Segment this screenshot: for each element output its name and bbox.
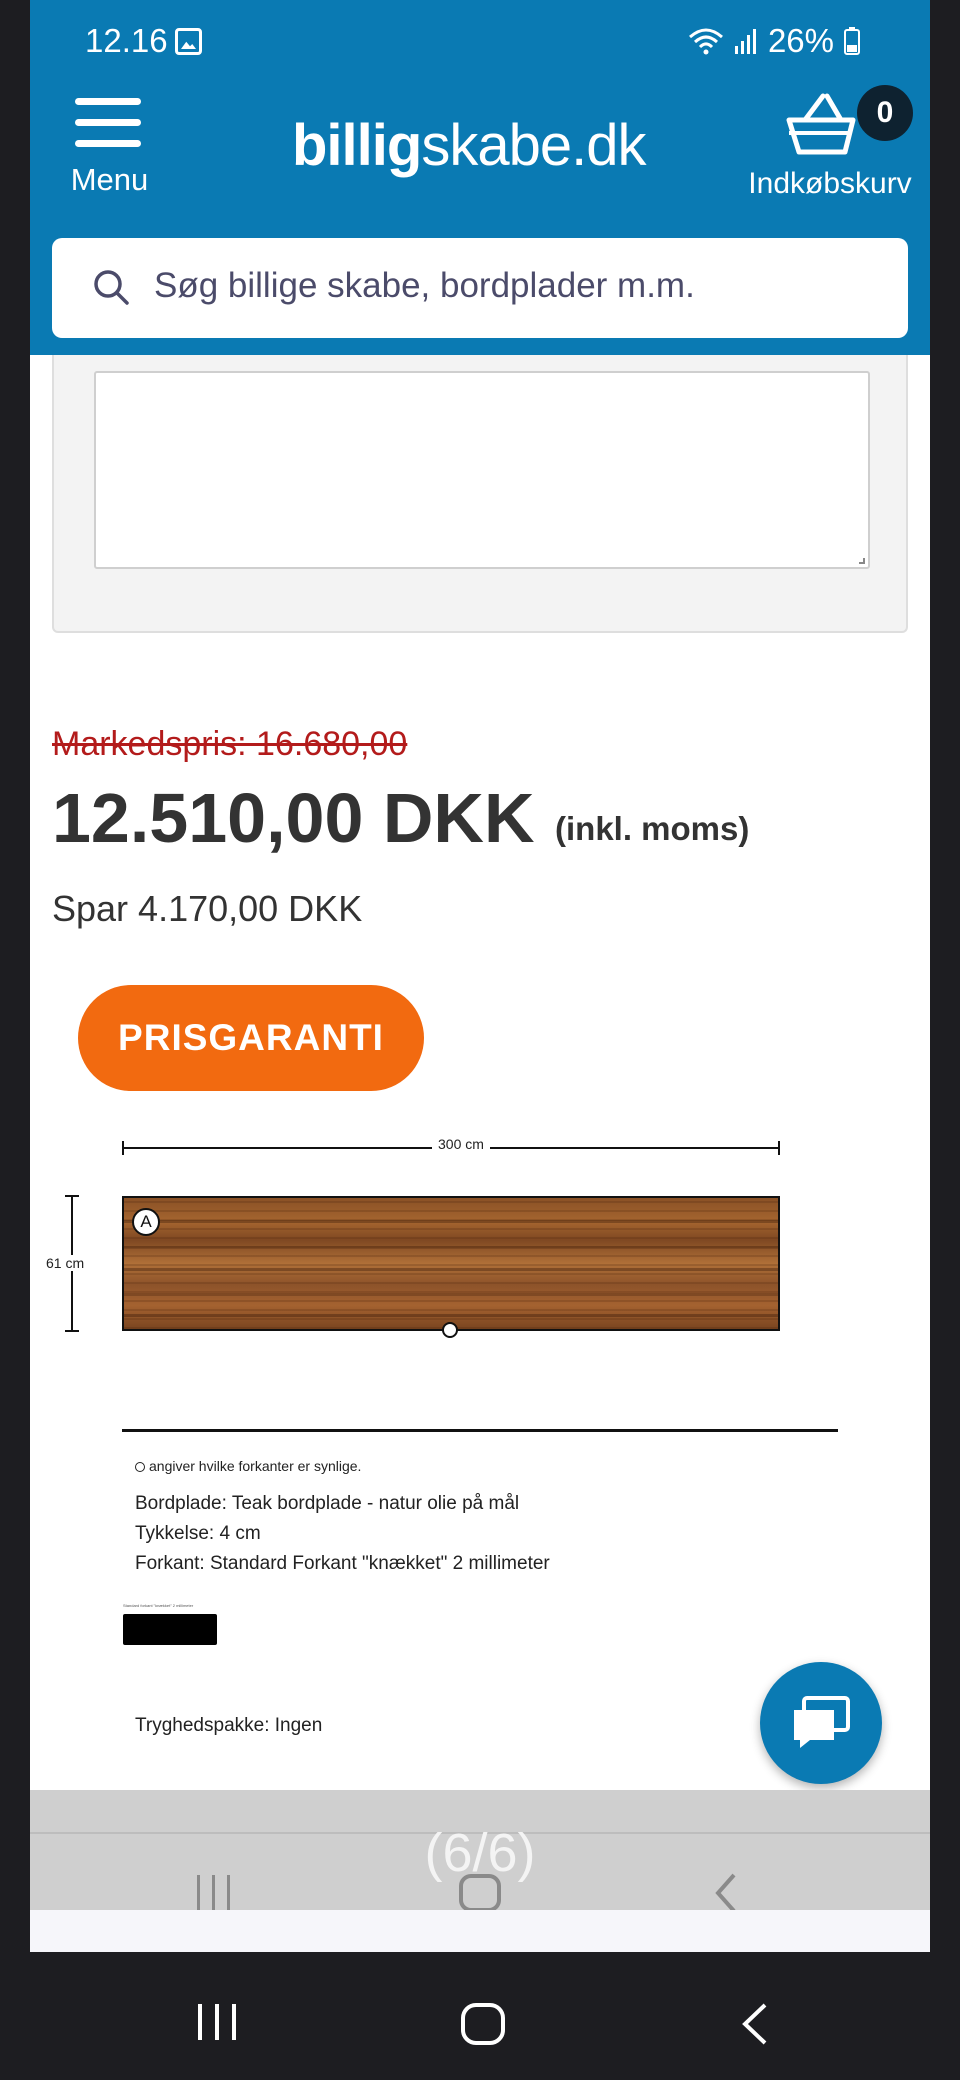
safety-package: Tryghedspakke: Ingen [135, 1715, 323, 1736]
chat-icon [792, 1696, 850, 1755]
menu-button[interactable]: Menu [52, 90, 167, 200]
battery-percent: 26% [767, 22, 834, 59]
price: 12.510,00 DKK [52, 779, 535, 857]
viewer-footer [30, 1910, 930, 1952]
signal-icon [734, 28, 758, 54]
hamburger-icon [75, 98, 141, 161]
cart-count-badge: 0 [857, 85, 913, 141]
gallery-icon [175, 28, 202, 55]
comment-panel [52, 355, 908, 633]
site-header: 12.16 26% Menu billigskabe.dk 0 Indkøbsk… [30, 0, 930, 355]
cart-label: Indkøbskurv [748, 167, 912, 200]
market-price: Markedspris: 16.680,00 [52, 725, 408, 763]
spec-line-thickness: Tykkelse: 4 cm [135, 1523, 261, 1544]
logo-rest: skabe.dk [421, 113, 646, 178]
savings-text: Spar 4.170,00 DKK [52, 888, 363, 929]
edge-legend: angiver hvilke forkanter er synlige. [135, 1458, 361, 1474]
height-label: 61 cm [46, 1255, 85, 1271]
circle-icon [135, 1462, 145, 1472]
phone-viewport: 12.16 26% Menu billigskabe.dk 0 Indkøbsk… [0, 0, 960, 2080]
edge-profile-swatch [123, 1614, 217, 1645]
visible-edge-marker [442, 1322, 458, 1338]
site-logo[interactable]: billigskabe.dk [292, 112, 646, 179]
wifi-icon [688, 27, 724, 55]
width-dimension-cap-right [778, 1141, 780, 1155]
price-vat-note: (inkl. moms) [555, 810, 750, 847]
divider [122, 1429, 838, 1432]
comment-textarea[interactable] [94, 371, 870, 569]
chat-button[interactable] [760, 1662, 882, 1784]
battery-icon [844, 27, 860, 55]
width-dimension-cap-left [122, 1141, 124, 1155]
edge-profile-caption: Standard forkant "knækket" 2 millimeter [123, 1603, 194, 1608]
basket-icon [785, 90, 865, 165]
spec-line-worktop: Bordplade: Teak bordplade - natur olie p… [135, 1493, 520, 1514]
resize-handle-icon[interactable] [859, 558, 865, 564]
price-guarantee-button[interactable]: PRISGARANTI [78, 985, 424, 1091]
search-icon [92, 268, 130, 311]
search-input[interactable]: Søg billige skabe, bordplader m.m. [52, 238, 908, 338]
spec-line-edge: Forkant: Standard Forkant "knækket" 2 mi… [135, 1553, 550, 1574]
system-back-icon[interactable] [738, 2002, 770, 2051]
width-label: 300 cm [432, 1136, 490, 1152]
status-indicators: 26% [688, 22, 860, 60]
edge-legend-text: angiver hvilke forkanter er synlige. [149, 1458, 362, 1474]
corner-marker-a: A [132, 1208, 160, 1236]
cart-button[interactable]: 0 Indkøbskurv [730, 85, 930, 205]
height-dimension-cap-bottom [65, 1330, 79, 1332]
system-recent-apps-icon[interactable] [195, 2002, 239, 2047]
search-placeholder: Søg billige skabe, bordplader m.m. [154, 266, 695, 305]
teak-worktop-image [122, 1196, 780, 1331]
menu-label: Menu [70, 162, 149, 197]
system-home-icon[interactable] [460, 2002, 506, 2051]
logo-bold: billig [292, 113, 422, 178]
browser-screen: 12.16 26% Menu billigskabe.dk 0 Indkøbsk… [30, 0, 930, 1952]
height-dimension-cap-top [65, 1195, 79, 1197]
status-time: 12.16 [85, 22, 168, 59]
